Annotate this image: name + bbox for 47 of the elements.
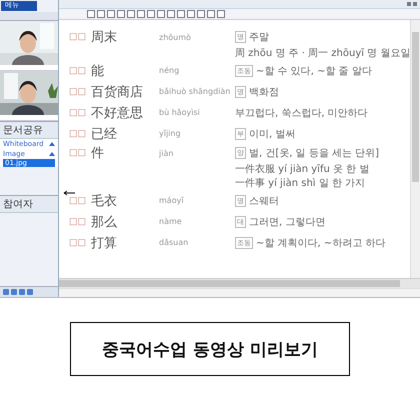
chinese-word: 不好意思 (91, 104, 144, 122)
box-marks: □□ (69, 66, 88, 76)
pinyin: dǎsuan (159, 238, 190, 247)
sidebar-toolbar (0, 12, 58, 21)
meaning: 스웨터 (249, 194, 279, 208)
box-marks: □□ (69, 216, 88, 226)
example-text: 一件事 yí jiàn shì 일 한 가지 (235, 176, 366, 190)
box-marks: □□ (69, 238, 88, 248)
box-marks: □□ (69, 148, 88, 158)
box-marks: □□ (69, 128, 88, 138)
chinese-word: 周末 (91, 29, 118, 46)
chinese-word: 百货商店 (91, 84, 144, 100)
meaning: 부끄럽다, 쑥스럽다, 미안하다 (235, 106, 368, 120)
scrollbar-thumb[interactable] (412, 32, 419, 182)
pinyin: jiàn (159, 148, 174, 158)
chinese-word: 能 (91, 62, 105, 80)
example-text: 一件衣服 yí jiàn yīfu 옷 한 벌 (235, 162, 370, 176)
panel-title: 참여자 (0, 196, 58, 213)
meaning: ~할 수 있다, ~할 줄 알다 (256, 64, 372, 78)
meaning: ~할 계획이다, ~하려고 하다 (256, 236, 386, 250)
box-marks: □□ (69, 196, 88, 206)
scrollbar-thumb[interactable] (59, 280, 400, 287)
chinese-word: 已经 (91, 126, 118, 142)
meaning: 벌, 건[옷, 일 등을 세는 단위] (249, 147, 380, 160)
arrow-drawing (63, 190, 75, 196)
pinyin: bù hǎoyìsi (159, 108, 201, 117)
caret-icon[interactable] (49, 142, 55, 146)
example-text: 周 zhōu 명 주 · 周一 zhōuyī 명 월요일 (235, 47, 410, 60)
meaning: 이미, 벌써 (249, 128, 296, 140)
box-marks: □□ (69, 108, 88, 118)
pinyin: máoyī (159, 196, 185, 205)
box-marks: □□ (69, 32, 88, 42)
pinyin: bǎihuò shāngdiàn (159, 87, 232, 96)
meaning: 그러면, 그렇다면 (249, 216, 326, 228)
caption: 중국어수업 동영상 미리보기 (70, 322, 350, 376)
meaning: 주말 (249, 31, 269, 44)
chinese-word: 打算 (91, 234, 118, 252)
box-marks: □□ (69, 86, 88, 96)
chinese-word: 那么 (91, 214, 118, 230)
meaning: 백화점 (249, 86, 279, 98)
pinyin: zhōumò (159, 32, 192, 42)
pinyin: nàme (159, 217, 183, 226)
pinyin: yǐjing (159, 129, 182, 138)
panel-title: 문서공유 (0, 122, 58, 139)
pinyin: néng (159, 66, 180, 75)
chinese-word: 件 (91, 145, 105, 162)
chinese-word: 毛衣 (91, 192, 118, 210)
